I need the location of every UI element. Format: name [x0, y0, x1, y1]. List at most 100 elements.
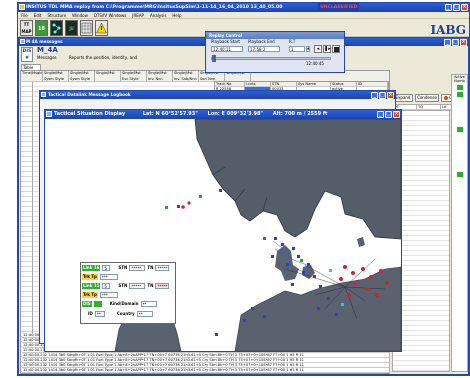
baltic-island: [357, 237, 365, 247]
m4a-title: M 4A messages: [26, 39, 63, 44]
close-icon[interactable]: ×: [461, 4, 468, 11]
iabg-logo: IABG: [430, 23, 466, 37]
tsd-title-bar[interactable]: Tactical Situation Display Lat: N 60°52'…: [45, 110, 401, 119]
playback-start-field[interactable]: 12:40:11: [211, 46, 243, 52]
tsd-icon: [46, 111, 52, 117]
menu-dtsiv-windows[interactable]: DTS/IV Windows: [94, 12, 126, 18]
link16-label: Link 16: [82, 265, 101, 271]
app-icon: [19, 4, 25, 10]
trk-tp-label-2: Trk Tp: [82, 292, 98, 298]
trk-tp-label: Trk Tp: [82, 274, 98, 280]
tt-map-button[interactable]: TT MAP: [20, 20, 33, 36]
maximize-icon[interactable]: □: [452, 39, 459, 46]
logbook-title-bar[interactable]: Tactical Datalink Message Logbook _ □ ×: [40, 91, 395, 99]
network-button[interactable]: [50, 20, 63, 36]
warning-button[interactable]: [95, 20, 108, 36]
playback-end-field[interactable]: 17:58:2: [248, 46, 280, 52]
m4a-label: M_4A: [37, 46, 58, 54]
kind-domain-label: Kind/Domain: [109, 301, 139, 306]
logbook-icon: [41, 92, 46, 97]
condense-button[interactable]: Condense: [415, 94, 439, 102]
stop-button[interactable]: [332, 45, 340, 53]
trk-tp-value: ***: [99, 274, 118, 280]
link16-button[interactable]: 18: [35, 20, 48, 36]
expand-button[interactable]: Expand: [393, 94, 413, 102]
grid-button[interactable]: [80, 20, 93, 36]
replay-control-window: Replay Control Playback Start Playback E…: [205, 31, 345, 73]
maximize-icon[interactable]: □: [379, 92, 386, 99]
close-icon[interactable]: ×: [387, 92, 394, 99]
dis-label: DIS: [82, 301, 92, 307]
link11-label: Link 11: [82, 283, 101, 289]
log-row[interactable]: 12:40:00.232 1414 3b0 Sdrgfh+0T 1.01 Fue…: [22, 368, 390, 373]
replay-slider-track[interactable]: [211, 57, 331, 60]
rate-field[interactable]: 1: [289, 46, 305, 52]
link16-value: 5: [102, 265, 111, 271]
replay-title-bar[interactable]: Replay Control: [206, 32, 344, 39]
map-label: MAP: [21, 29, 32, 34]
id-value: **: [94, 311, 105, 317]
kind-domain-value: **: [140, 301, 157, 307]
main-title-bar[interactable]: INSITUS TDL MMA replay from C:\Programme…: [18, 3, 469, 12]
number-label: #: [25, 56, 29, 61]
grid-icon: [81, 22, 92, 34]
status-green-3: [456, 127, 463, 132]
menu-help[interactable]: Help: [172, 12, 181, 18]
stn-label-2: STN: [118, 283, 128, 288]
row-number-column: [21, 82, 33, 373]
close-icon[interactable]: ×: [393, 111, 400, 118]
window-icon: [20, 39, 25, 44]
main-title: INSITUS TDL MMA replay from C:\Programme…: [26, 5, 283, 10]
replay-slider-thumb[interactable]: [212, 55, 216, 62]
rate-up-icon[interactable]: ▲: [306, 46, 310, 52]
stn-value: *****: [129, 265, 146, 271]
status-green-1: [456, 85, 463, 90]
minimize-icon[interactable]: _: [377, 111, 384, 118]
menu-analysis[interactable]: Analysis: [150, 12, 166, 18]
playback-start-label: Playback Start: [211, 39, 240, 44]
warning-icon: [96, 22, 107, 34]
tn-label-2: TN: [147, 283, 154, 288]
menu-jreap[interactable]: JREAP: [132, 12, 144, 18]
tn-label: TN: [147, 265, 154, 270]
trk-tp-value-2: ***: [99, 292, 118, 298]
menu-edit[interactable]: Edit: [34, 12, 42, 18]
menu-window[interactable]: Window: [72, 12, 88, 18]
tn-value-2: *****: [155, 283, 170, 289]
track-info-panel: Link 16 5 STN ***** TN ***** Trk Tp *** …: [80, 262, 176, 324]
num-col-header: Numb: [452, 79, 467, 83]
close-icon[interactable]: ×: [460, 39, 467, 46]
maximize-icon[interactable]: □: [453, 4, 460, 11]
scandinavia-landmass: [194, 119, 401, 240]
tsd-lon: Lon: E 009°32'3.98": [207, 111, 264, 117]
stn-value-2: *****: [129, 283, 146, 289]
id-label: ID: [88, 311, 93, 316]
menu-file[interactable]: File: [21, 12, 28, 18]
status-green-2: [456, 92, 463, 97]
link11-value: 5: [102, 283, 111, 289]
minimize-icon[interactable]: _: [444, 39, 451, 46]
minimize-icon[interactable]: _: [371, 92, 378, 99]
tt-label: TT: [23, 22, 30, 27]
rewind-button[interactable]: ◂: [314, 45, 322, 53]
country-label: Country: [116, 311, 135, 316]
play-button[interactable]: ❚▸: [323, 45, 331, 53]
ju-button[interactable]: JU: [65, 20, 78, 36]
menu-bar: File Edit Structure Window DTS/IV Window…: [18, 12, 469, 19]
country-value: **: [136, 311, 153, 317]
replay-title: Replay Control: [209, 33, 243, 38]
current-time-label: 12:40:45: [306, 61, 324, 66]
maximize-icon[interactable]: □: [385, 111, 392, 118]
message-description: Reports the position, identity, and: [69, 55, 138, 60]
dis-label: DIS: [22, 49, 32, 54]
messages-label: Messages: [37, 55, 57, 60]
logbook-title: Tactical Datalink Message Logbook: [48, 92, 131, 97]
status-column: Active Numb: [451, 74, 468, 372]
close-icon: [444, 96, 449, 100]
tsd-lat: Lat: N 60°52'57.93": [142, 111, 198, 117]
minimize-icon[interactable]: _: [445, 4, 452, 11]
right-panel: Expand Condense Close DT TQ Ld Active Nu…: [391, 64, 468, 374]
tsd-alt: Alt: 700 m / 2559 ft: [272, 111, 328, 117]
menu-structure[interactable]: Structure: [47, 12, 66, 18]
stn-label: STN: [118, 265, 128, 270]
